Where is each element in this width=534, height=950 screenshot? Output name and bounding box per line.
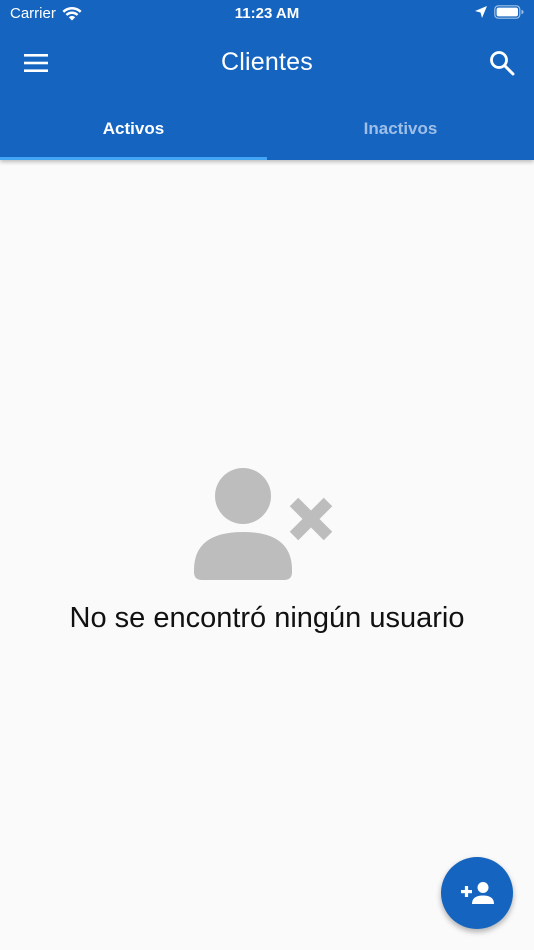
person-remove-icon (194, 468, 333, 580)
person-add-icon (461, 882, 494, 904)
tab-inactivos[interactable]: Inactivos (267, 100, 534, 160)
tab-inactivos-label: Inactivos (363, 119, 438, 138)
search-button[interactable] (480, 41, 524, 85)
status-bar: Carrier 11:23 AM (0, 0, 534, 28)
status-time: 11:23 AM (234, 5, 300, 22)
empty-state: No se encontró ningún usuario (0, 462, 534, 635)
battery-icon (494, 5, 524, 19)
status-right (474, 5, 524, 19)
add-client-button[interactable] (441, 857, 513, 929)
tab-activos[interactable]: Activos (0, 100, 267, 160)
empty-message: No se encontró ningún usuario (69, 602, 465, 634)
tab-indicator (0, 157, 267, 160)
app-bar: Carrier 11:23 AM Clientes Activos Inacti… (0, 0, 534, 160)
tab-bar: Activos Inactivos (0, 100, 534, 160)
search-icon (490, 51, 515, 76)
toolbar: Clientes (0, 34, 534, 92)
tab-activos-label: Activos (102, 119, 165, 138)
location-arrow-icon (475, 6, 487, 18)
page-title: Clientes (221, 48, 313, 76)
